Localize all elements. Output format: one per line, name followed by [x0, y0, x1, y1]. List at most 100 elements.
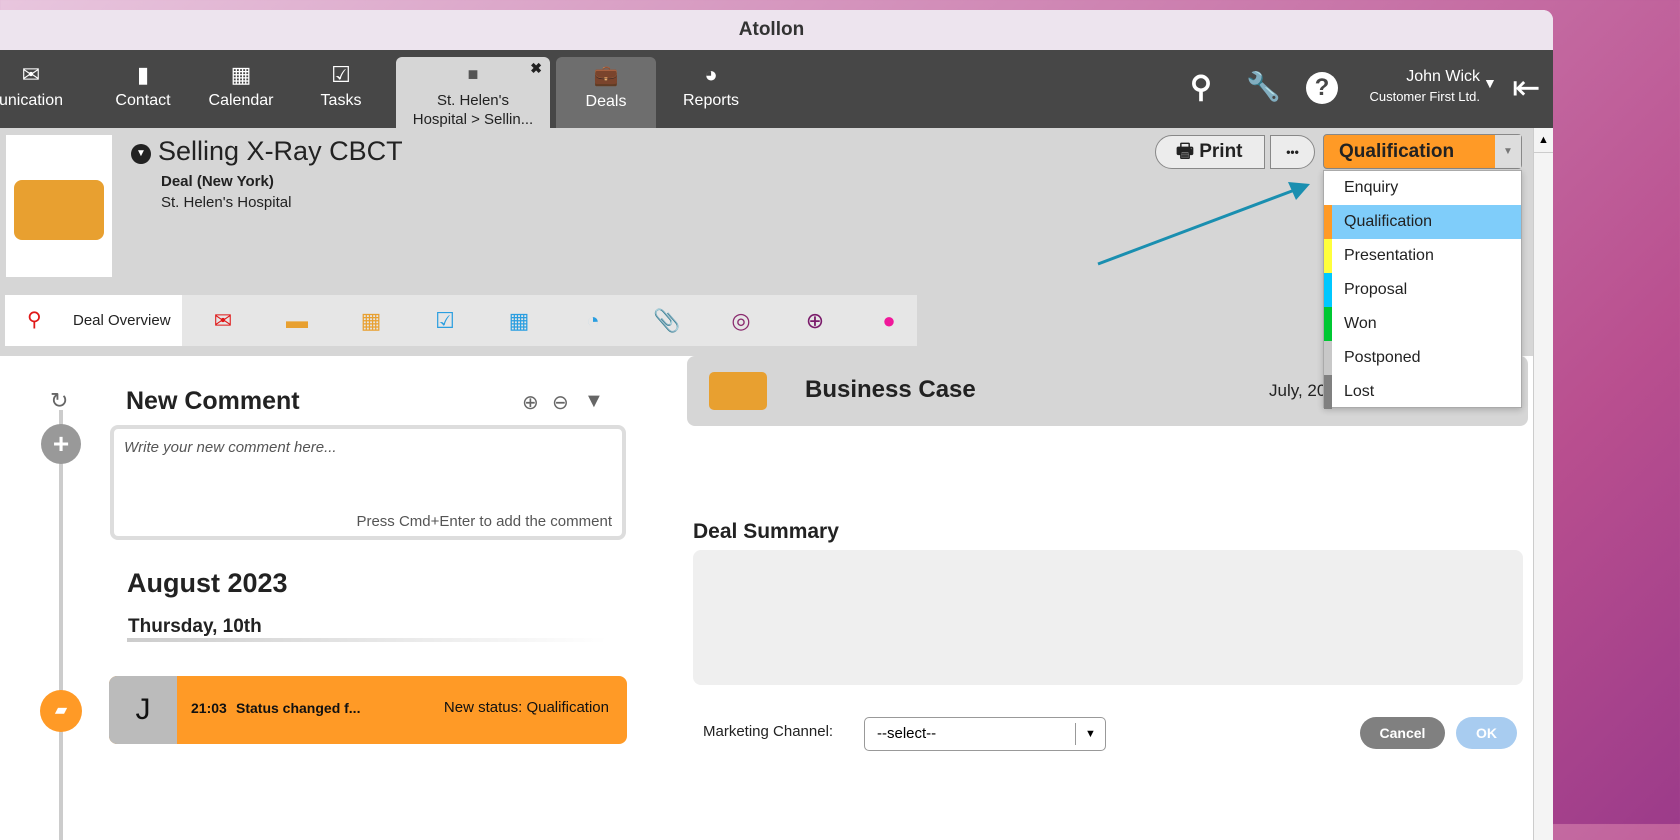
- entry-text: Status changed f...: [236, 700, 361, 716]
- tab-reports[interactable]: ●: [859, 295, 919, 346]
- status-option[interactable]: Lost: [1324, 375, 1521, 409]
- briefcase-icon: ▬: [286, 308, 308, 333]
- briefcase-icon: 💼: [593, 65, 619, 87]
- day-divider: [127, 638, 607, 642]
- status-color-swatch: [1324, 375, 1332, 409]
- scrollbar[interactable]: ▲: [1533, 128, 1553, 840]
- deal-tabs: ⚲ Deal Overview ✉ ▬ ▦ ☑ ▦ ◔ 📎 ◎ ⊕ ●: [5, 295, 917, 346]
- ok-button[interactable]: OK: [1456, 717, 1517, 749]
- close-tab-icon[interactable]: ✖: [530, 59, 542, 78]
- user-menu[interactable]: John Wick Customer First Ltd.: [1350, 68, 1480, 104]
- deal-summary-input[interactable]: [693, 550, 1523, 685]
- envelope-icon: ✉: [213, 308, 233, 333]
- briefcase-icon: [709, 372, 767, 410]
- deal-title: Selling X-Ray CBCT: [158, 136, 403, 166]
- nav-label: Contact: [115, 92, 171, 109]
- status-option[interactable]: Enquiry: [1324, 171, 1521, 205]
- nav-deals[interactable]: 💼 Deals: [556, 57, 656, 128]
- calendar-icon: ▦: [508, 308, 530, 333]
- new-comment-title: New Comment: [126, 387, 300, 415]
- nav-tasks[interactable]: ☑ Tasks: [296, 50, 386, 128]
- refresh-icon[interactable]: ↻: [50, 388, 68, 414]
- calculator-icon: ▦: [360, 308, 382, 333]
- folder-icon: ■: [467, 64, 479, 84]
- tab-tasks[interactable]: ☑: [415, 295, 475, 346]
- search-icon[interactable]: ⚲: [1190, 70, 1212, 105]
- tab-deal-overview[interactable]: ⚲ Deal Overview: [5, 295, 182, 346]
- help-icon[interactable]: ?: [1306, 72, 1338, 104]
- status-option[interactable]: Presentation: [1324, 239, 1521, 273]
- status-option[interactable]: Won: [1324, 307, 1521, 341]
- month-heading: August 2023: [127, 568, 288, 598]
- nav-reports[interactable]: ◕ Reports: [666, 50, 756, 128]
- tab-timesheet[interactable]: ◔: [563, 295, 623, 346]
- tab-expenses[interactable]: ◎: [711, 295, 771, 346]
- calendar-icon: ▦: [230, 62, 252, 87]
- status-color-swatch: [1324, 239, 1332, 273]
- status-color-swatch: [1324, 341, 1332, 375]
- deal-type: Deal (New York): [161, 173, 274, 190]
- timeline-line: [59, 410, 63, 840]
- paperclip-icon: 📎: [653, 308, 681, 333]
- filter-icon[interactable]: ▼: [584, 390, 604, 413]
- select-value: --select--: [877, 725, 937, 742]
- nav-contact[interactable]: ▮ Contact: [98, 50, 188, 128]
- tools-icon[interactable]: 🔧: [1246, 70, 1281, 103]
- pie-chart-icon: ●: [882, 308, 896, 333]
- tab-add-invoice[interactable]: ⊕: [785, 295, 845, 346]
- option-label: Won: [1344, 315, 1377, 332]
- clock-user-icon: ◔: [586, 308, 600, 333]
- tab-attachments[interactable]: 📎: [637, 295, 697, 346]
- zoom-out-icon[interactable]: ⊖: [552, 390, 569, 415]
- option-label: Enquiry: [1344, 179, 1399, 196]
- marketing-channel-label: Marketing Channel:: [703, 723, 834, 740]
- entry-time: 21:03: [191, 700, 227, 716]
- main-nav: ✉ unication ▮ Contact ▦ Calendar ☑ Tasks ■ S…: [0, 50, 1553, 128]
- user-name: John Wick: [1406, 68, 1480, 85]
- status-color-swatch: [1324, 205, 1332, 239]
- status-option[interactable]: Qualification: [1324, 205, 1521, 239]
- tab-label: Deal Overview: [73, 312, 171, 329]
- logout-icon[interactable]: ⇤: [1512, 68, 1541, 108]
- option-label: Presentation: [1344, 247, 1434, 264]
- checkbox-icon: ☑: [435, 308, 455, 333]
- status-change-icon: ▰: [40, 690, 82, 732]
- deal-image: [6, 135, 112, 277]
- status-color-swatch: [1324, 307, 1332, 341]
- entry-status: New status: Qualification: [443, 699, 609, 716]
- comment-placeholder: Write your new comment here...: [124, 439, 337, 456]
- chevron-down-icon[interactable]: ▼: [1483, 75, 1497, 91]
- add-invoice-icon: ⊕: [805, 308, 825, 333]
- pie-chart-icon: ◕: [704, 62, 718, 87]
- chevron-down-icon: ▼: [1495, 135, 1521, 168]
- checkbox-icon: ☑: [331, 62, 351, 87]
- nav-label: Reports: [682, 92, 740, 109]
- zoom-in-icon[interactable]: ⊕: [522, 390, 539, 415]
- comment-input[interactable]: Write your new comment here... Press Cmd…: [110, 425, 626, 540]
- marketing-channel-select[interactable]: --select-- ▼: [864, 717, 1106, 751]
- status-option[interactable]: Proposal: [1324, 273, 1521, 307]
- add-comment-icon[interactable]: +: [41, 424, 81, 464]
- scroll-up-icon[interactable]: ▲: [1534, 128, 1553, 153]
- collapse-toggle-icon[interactable]: ▼: [131, 144, 151, 164]
- timeline-entry[interactable]: J 21:03 Status changed f... New status: …: [109, 676, 627, 744]
- nav-calendar[interactable]: ▦ Calendar: [196, 50, 286, 128]
- tab-budget[interactable]: ▦: [341, 295, 401, 346]
- option-label: Lost: [1344, 383, 1375, 400]
- tab-calendar[interactable]: ▦: [489, 295, 549, 346]
- cancel-button[interactable]: Cancel: [1360, 717, 1445, 749]
- open-deal-tab[interactable]: ■ St. Helen's Hospital > Sellin... ✖: [396, 57, 550, 128]
- briefcase-icon: [14, 180, 104, 240]
- avatar: J: [109, 676, 177, 744]
- status-option[interactable]: Postponed: [1324, 341, 1521, 375]
- print-button[interactable]: 🖶 Print: [1155, 135, 1265, 169]
- nav-communication[interactable]: ✉ unication: [0, 50, 72, 128]
- more-button[interactable]: •••: [1270, 135, 1315, 169]
- status-select[interactable]: Qualification ▼: [1323, 134, 1522, 169]
- nav-label: unication: [0, 92, 64, 109]
- annotation-arrow: [1097, 182, 1310, 266]
- day-heading: Thursday, 10th: [128, 616, 262, 637]
- tab-deals[interactable]: ▬: [267, 295, 327, 346]
- tab-emails[interactable]: ✉: [193, 295, 253, 346]
- print-label: Print: [1199, 141, 1243, 162]
